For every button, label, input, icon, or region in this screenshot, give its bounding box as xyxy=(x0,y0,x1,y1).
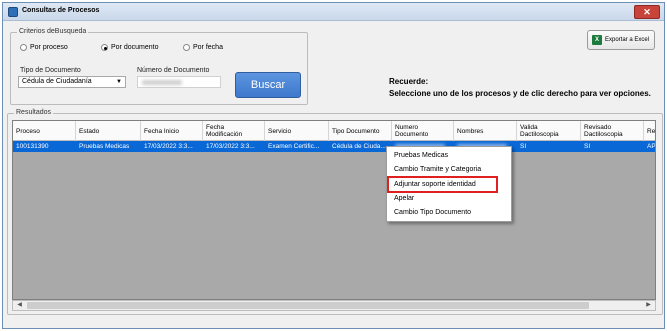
menu-item-apelar[interactable]: Apelar xyxy=(394,195,414,202)
doc-type-select[interactable]: Cédula de Ciudadanía ▼ xyxy=(18,76,126,88)
radio-circle xyxy=(183,44,190,51)
title-bar: Consultas de Procesos ✕ xyxy=(3,3,664,21)
column-header[interactable]: Valida Dactiloscopia xyxy=(517,121,581,141)
results-group-label: Resultados xyxy=(14,109,54,116)
highlight-annotation xyxy=(387,176,498,193)
cell-servicio: Examen Certific... xyxy=(268,143,320,150)
note-title: Recuerde: xyxy=(389,77,429,86)
radio-circle-checked xyxy=(101,44,108,51)
column-header[interactable]: Servicio xyxy=(265,121,329,141)
grid-header: Proceso Estado Fecha Inicio Fecha Modifi… xyxy=(13,121,655,141)
window-title: Consultas de Procesos xyxy=(22,7,100,14)
app-icon xyxy=(8,7,18,17)
scroll-left-icon[interactable]: ◀ xyxy=(14,301,25,310)
radio-por-proceso[interactable]: Por proceso xyxy=(20,44,68,51)
scroll-right-icon[interactable]: ▶ xyxy=(643,301,654,310)
radio-por-fecha[interactable]: Por fecha xyxy=(183,44,223,51)
cell-proceso: 100131390 xyxy=(16,143,49,150)
column-header[interactable]: Estado xyxy=(76,121,141,141)
column-header[interactable]: Revisado Dactiloscopia xyxy=(581,121,644,141)
cell-tipo-documento: Cédula de Ciuda... xyxy=(332,143,386,150)
chevron-down-icon: ▼ xyxy=(116,79,122,85)
cell-valida-dactiloscopia: SI xyxy=(520,143,527,150)
column-header[interactable]: Re xyxy=(644,121,655,141)
radio-label: Por proceso xyxy=(30,44,68,51)
column-header[interactable]: Fecha Modificación xyxy=(203,121,265,141)
excel-icon: X xyxy=(592,35,602,45)
criteria-group-label: Criterios deBusqueda xyxy=(17,28,89,35)
menu-item-cambio-tramite[interactable]: Cambio Tramite y Categoria xyxy=(394,166,481,173)
cell-estado: Pruebas Medicas xyxy=(79,143,130,150)
menu-item-pruebas-medicas[interactable]: Pruebas Medicas xyxy=(394,152,448,159)
column-header[interactable]: Numero Documento xyxy=(392,121,454,141)
cell-revisado-dactiloscopia: SI xyxy=(584,143,591,150)
radio-label: Por fecha xyxy=(193,44,223,51)
doc-type-label: Tipo de Documento xyxy=(20,67,81,74)
radio-por-documento[interactable]: Por documento xyxy=(101,44,158,51)
cell-fecha-modificacion: 17/03/2022 3:3... xyxy=(206,143,255,150)
cell-re: AP xyxy=(647,143,656,150)
table-row-selected[interactable]: 100131390 Pruebas Medicas 17/03/2022 3:3… xyxy=(13,141,655,152)
doc-number-input[interactable] xyxy=(137,76,221,88)
column-header[interactable]: Nombres xyxy=(454,121,517,141)
note-text: Seleccione uno de los procesos y de clic… xyxy=(389,89,651,98)
redacted-value xyxy=(142,80,182,85)
search-button[interactable]: Buscar xyxy=(235,72,301,98)
cell-fecha-inicio: 17/03/2022 3:3... xyxy=(144,143,193,150)
radio-circle xyxy=(20,44,27,51)
column-header[interactable]: Tipo Documento xyxy=(329,121,392,141)
close-button[interactable]: ✕ xyxy=(634,5,660,19)
results-grid[interactable]: Proceso Estado Fecha Inicio Fecha Modifi… xyxy=(12,120,656,300)
scroll-thumb[interactable] xyxy=(27,302,589,309)
horizontal-scrollbar[interactable]: ◀ ▶ xyxy=(12,300,656,311)
column-header[interactable]: Proceso xyxy=(13,121,76,141)
doc-number-label: Número de Documento xyxy=(137,67,210,74)
menu-item-cambio-tipo-documento[interactable]: Cambio Tipo Documento xyxy=(394,209,471,216)
export-excel-button[interactable]: X Exportar a Excel xyxy=(587,30,655,50)
radio-label: Por documento xyxy=(111,44,159,51)
column-header[interactable]: Fecha Inicio xyxy=(141,121,203,141)
export-excel-label: Exportar a Excel xyxy=(605,37,650,43)
doc-type-value: Cédula de Ciudadanía xyxy=(22,78,92,85)
